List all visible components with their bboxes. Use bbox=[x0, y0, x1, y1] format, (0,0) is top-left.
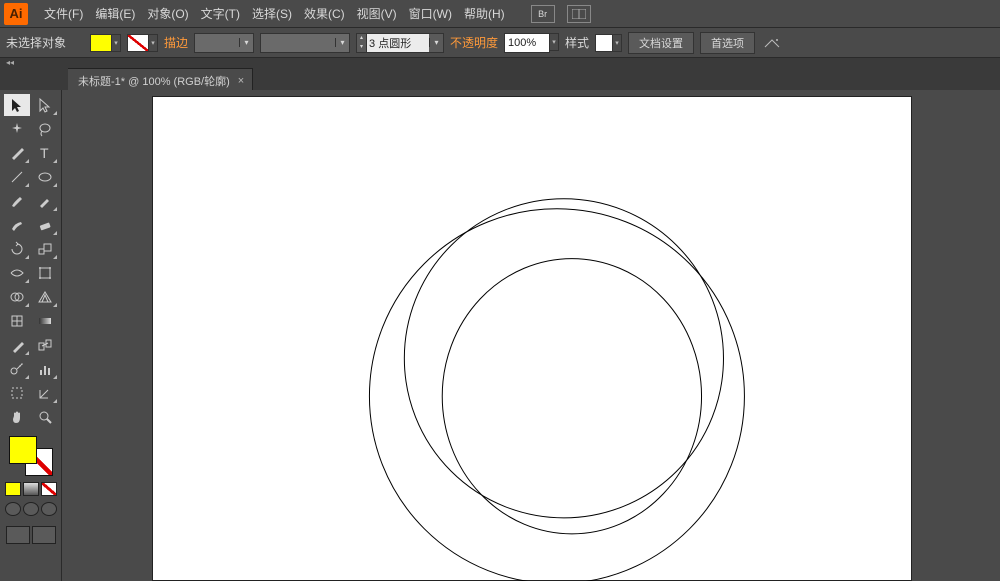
zoom-tool[interactable] bbox=[32, 406, 58, 428]
paintbrush-tool[interactable] bbox=[4, 190, 30, 212]
stroke-profile-input[interactable] bbox=[367, 34, 429, 52]
selection-tool[interactable] bbox=[4, 94, 30, 116]
screen-mode-full[interactable] bbox=[32, 526, 56, 544]
menu-file[interactable]: 文件(F) bbox=[38, 1, 89, 26]
screen-mode-toggle[interactable] bbox=[6, 526, 30, 544]
document-tab-label: 未标题-1* @ 100% (RGB/轮廓) bbox=[78, 73, 230, 89]
artwork-circles bbox=[153, 97, 911, 581]
stroke-weight-dropdown[interactable]: ▾ bbox=[194, 33, 254, 53]
menu-edit[interactable]: 编辑(E) bbox=[89, 1, 141, 26]
preferences-button[interactable]: 首选项 bbox=[700, 32, 755, 54]
brush-dropdown[interactable]: ▾ bbox=[260, 33, 350, 53]
style-label: 样式 bbox=[565, 34, 589, 51]
panel-collapse-handle[interactable]: ◂◂ bbox=[0, 58, 1000, 68]
bridge-icon[interactable]: Br bbox=[531, 5, 555, 23]
opacity-dropdown[interactable]: ▾ bbox=[550, 33, 559, 51]
menu-view[interactable]: 视图(V) bbox=[351, 1, 403, 26]
blend-tool[interactable] bbox=[32, 334, 58, 356]
scale-tool[interactable] bbox=[32, 238, 58, 260]
draw-inside[interactable] bbox=[41, 502, 57, 516]
draw-mode-row bbox=[5, 502, 57, 516]
doc-settings-button[interactable]: 文档设置 bbox=[628, 32, 694, 54]
color-mode-gradient[interactable] bbox=[23, 482, 39, 496]
slice-tool[interactable] bbox=[32, 382, 58, 404]
perspective-grid-tool[interactable] bbox=[32, 286, 58, 308]
menubar: Ai 文件(F) 编辑(E) 对象(O) 文字(T) 选择(S) 效果(C) 视… bbox=[0, 0, 1000, 28]
options-bar: 未选择对象 ▾ ▾ 描边 ▾ ▾ ▴▾ ▾ 不透明度 100% ▾ 样式 ▾ 文… bbox=[0, 28, 1000, 58]
menu-select[interactable]: 选择(S) bbox=[246, 1, 298, 26]
line-tool[interactable] bbox=[4, 166, 30, 188]
overflow-icon[interactable] bbox=[761, 33, 783, 53]
fill-stroke-control[interactable] bbox=[9, 436, 53, 476]
eyedropper-tool[interactable] bbox=[4, 334, 30, 356]
stroke-swatch[interactable] bbox=[127, 34, 149, 52]
ellipse-tool[interactable] bbox=[32, 166, 58, 188]
mesh-tool[interactable] bbox=[4, 310, 30, 332]
magic-wand-tool[interactable] bbox=[4, 118, 30, 140]
color-mode-none[interactable] bbox=[41, 482, 57, 496]
eraser-tool[interactable] bbox=[32, 214, 58, 236]
main-area: T bbox=[0, 90, 1000, 581]
artboard[interactable] bbox=[152, 96, 912, 581]
document-tab[interactable]: 未标题-1* @ 100% (RGB/轮廓) × bbox=[68, 68, 253, 90]
column-graph-tool[interactable] bbox=[32, 358, 58, 380]
arrange-docs-icon[interactable] bbox=[567, 5, 591, 23]
menu-help[interactable]: 帮助(H) bbox=[458, 1, 511, 26]
svg-text:T: T bbox=[40, 145, 49, 161]
selection-status: 未选择对象 bbox=[6, 34, 76, 51]
toolbox: T bbox=[0, 90, 62, 581]
canvas-area[interactable] bbox=[62, 90, 1000, 581]
fill-swatch[interactable] bbox=[90, 34, 112, 52]
free-transform-tool[interactable] bbox=[32, 262, 58, 284]
stroke-profile-field[interactable]: ▴▾ ▾ bbox=[356, 33, 444, 53]
draw-normal[interactable] bbox=[5, 502, 21, 516]
color-mode-solid[interactable] bbox=[5, 482, 21, 496]
rotate-tool[interactable] bbox=[4, 238, 30, 260]
hand-tool[interactable] bbox=[4, 406, 30, 428]
close-icon[interactable]: × bbox=[238, 75, 244, 87]
blob-brush-tool[interactable] bbox=[4, 214, 30, 236]
opacity-label: 不透明度 bbox=[450, 34, 498, 51]
shape-builder-tool[interactable] bbox=[4, 286, 30, 308]
menu-type[interactable]: 文字(T) bbox=[195, 1, 246, 26]
pencil-tool[interactable] bbox=[32, 190, 58, 212]
document-tab-bar: 未标题-1* @ 100% (RGB/轮廓) × bbox=[0, 68, 1000, 90]
screen-mode-row bbox=[6, 526, 56, 544]
stroke-swatch-dropdown[interactable]: ▾ bbox=[149, 34, 158, 52]
type-tool[interactable]: T bbox=[32, 142, 58, 164]
fill-color-box[interactable] bbox=[9, 436, 37, 464]
draw-behind[interactable] bbox=[23, 502, 39, 516]
gradient-tool[interactable] bbox=[32, 310, 58, 332]
width-tool[interactable] bbox=[4, 262, 30, 284]
style-dropdown[interactable]: ▾ bbox=[613, 34, 622, 52]
stroke-label: 描边 bbox=[164, 34, 188, 51]
direct-selection-tool[interactable] bbox=[32, 94, 58, 116]
menu-window[interactable]: 窗口(W) bbox=[403, 1, 458, 26]
opacity-field[interactable]: 100% bbox=[504, 33, 550, 53]
color-mode-row bbox=[5, 482, 57, 496]
pen-tool[interactable] bbox=[4, 142, 30, 164]
menu-object[interactable]: 对象(O) bbox=[141, 1, 194, 26]
menu-effect[interactable]: 效果(C) bbox=[298, 1, 351, 26]
app-icon: Ai bbox=[4, 3, 28, 25]
artboard-tool[interactable] bbox=[4, 382, 30, 404]
style-swatch[interactable] bbox=[595, 34, 613, 52]
lasso-tool[interactable] bbox=[32, 118, 58, 140]
symbol-sprayer-tool[interactable] bbox=[4, 358, 30, 380]
fill-swatch-dropdown[interactable]: ▾ bbox=[112, 34, 121, 52]
